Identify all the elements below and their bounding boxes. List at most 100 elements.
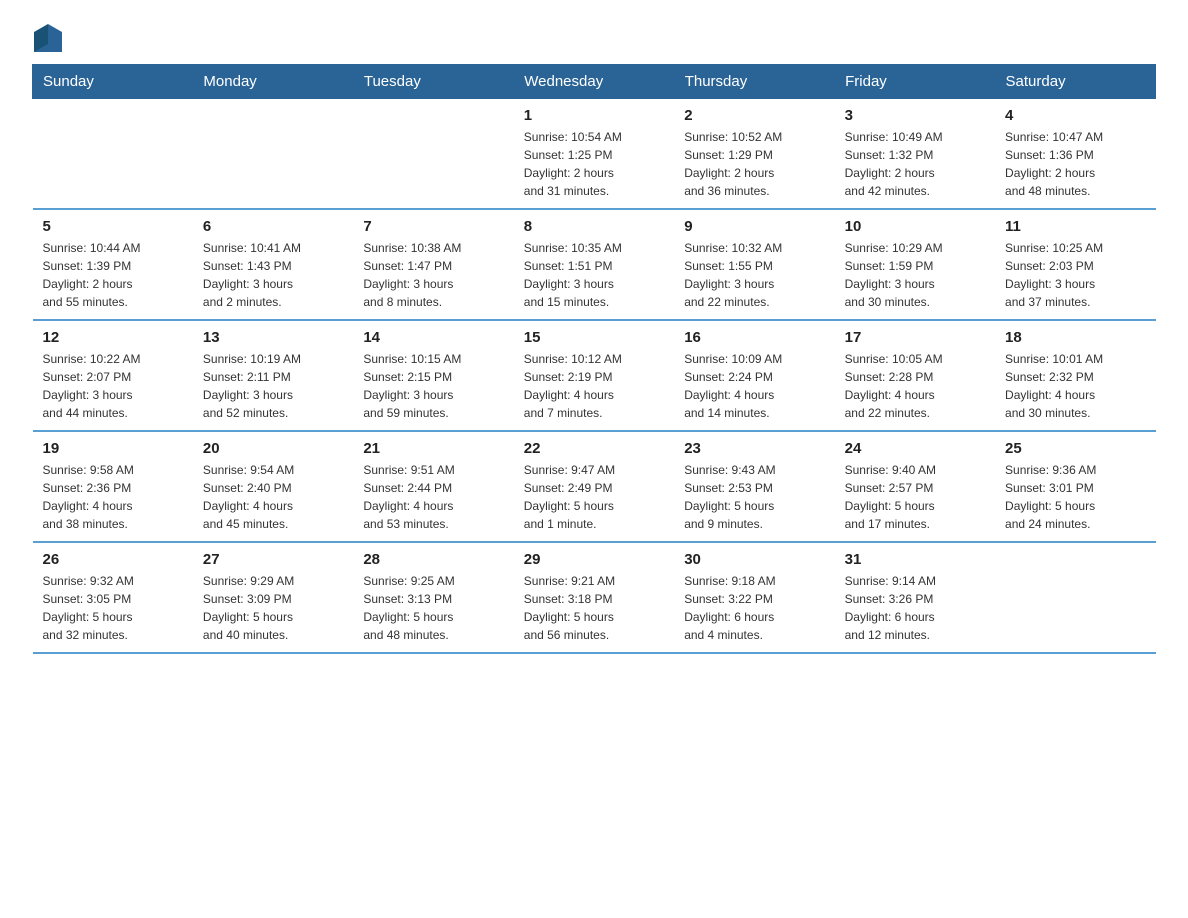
calendar-cell: 18Sunrise: 10:01 AM Sunset: 2:32 PM Dayl… — [995, 320, 1155, 431]
day-of-week-header: Tuesday — [353, 65, 513, 99]
calendar-week-row: 1Sunrise: 10:54 AM Sunset: 1:25 PM Dayli… — [33, 99, 1156, 210]
day-info: Sunrise: 10:25 AM Sunset: 2:03 PM Daylig… — [1005, 239, 1145, 311]
day-of-week-header: Wednesday — [514, 65, 674, 99]
day-info: Sunrise: 9:14 AM Sunset: 3:26 PM Dayligh… — [845, 572, 985, 644]
day-number: 3 — [845, 107, 985, 124]
calendar-cell: 16 Sunrise: 10:09 AM Sunset: 2:24 PM Dayl… — [674, 320, 834, 431]
day-number: 2 — [684, 107, 824, 124]
day-number: 11 — [1005, 218, 1145, 235]
day-number: 28 — [363, 551, 503, 568]
day-info: Sunrise: 10:52 AM Sunset: 1:29 PM Daylig… — [684, 128, 824, 200]
day-number: 30 — [684, 551, 824, 568]
day-info: Sunrise: 10:12 AM Sunset: 2:19 PM Daylig… — [524, 350, 664, 422]
calendar-cell: 22Sunrise: 9:47 AM Sunset: 2:49 PM Dayli… — [514, 431, 674, 542]
day-info: Sunrise: 9:21 AM Sunset: 3:18 PM Dayligh… — [524, 572, 664, 644]
calendar-cell: 25 Sunrise: 9:36 AM Sunset: 3:01 PM Dayli… — [995, 431, 1155, 542]
day-info: Sunrise: 9:18 AM Sunset: 3:22 PM Dayligh… — [684, 572, 824, 644]
day-info: Sunrise: 10:38 AM Sunset: 1:47 PM Daylig… — [363, 239, 503, 311]
day-number: 25 — [1005, 440, 1145, 457]
day-info: Sunrise: 10:44 AM Sunset: 1:39 PM Daylig… — [43, 239, 183, 311]
calendar-cell: 26 Sunrise: 9:32 AM Sunset: 3:05 PM Dayli… — [33, 542, 193, 653]
day-number: 13 — [203, 329, 343, 346]
day-number: 23 — [684, 440, 824, 457]
day-number: 6 — [203, 218, 343, 235]
calendar-cell: 4 Sunrise: 10:47 AM Sunset: 1:36 PM Dayli… — [995, 99, 1155, 210]
day-number: 5 — [43, 218, 183, 235]
calendar-cell — [995, 542, 1155, 653]
calendar-cell: 2 Sunrise: 10:52 AM Sunset: 1:29 PM Dayli… — [674, 99, 834, 210]
calendar-cell: 21 Sunrise: 9:51 AM Sunset: 2:44 PM Dayli… — [353, 431, 513, 542]
day-of-week-header: Monday — [193, 65, 353, 99]
calendar-week-row: 26 Sunrise: 9:32 AM Sunset: 3:05 PM Dayli… — [33, 542, 1156, 653]
calendar-cell: 24Sunrise: 9:40 AM Sunset: 2:57 PM Dayli… — [835, 431, 995, 542]
day-of-week-header: Thursday — [674, 65, 834, 99]
day-number: 9 — [684, 218, 824, 235]
day-info: Sunrise: 10:09 AM Sunset: 2:24 PM Daylig… — [684, 350, 824, 422]
day-info: Sunrise: 9:36 AM Sunset: 3:01 PM Dayligh… — [1005, 461, 1145, 533]
day-info: Sunrise: 10:19 AM Sunset: 2:11 PM Daylig… — [203, 350, 343, 422]
day-number: 17 — [845, 329, 985, 346]
calendar-cell: 15Sunrise: 10:12 AM Sunset: 2:19 PM Dayl… — [514, 320, 674, 431]
day-number: 14 — [363, 329, 503, 346]
day-info: Sunrise: 10:41 AM Sunset: 1:43 PM Daylig… — [203, 239, 343, 311]
day-number: 27 — [203, 551, 343, 568]
calendar-cell: 19 Sunrise: 9:58 AM Sunset: 2:36 PM Dayli… — [33, 431, 193, 542]
calendar-cell: 13 Sunrise: 10:19 AM Sunset: 2:11 PM Dayl… — [193, 320, 353, 431]
day-of-week-header: Friday — [835, 65, 995, 99]
day-info: Sunrise: 9:47 AM Sunset: 2:49 PM Dayligh… — [524, 461, 664, 533]
day-info: Sunrise: 10:32 AM Sunset: 1:55 PM Daylig… — [684, 239, 824, 311]
day-number: 7 — [363, 218, 503, 235]
day-number: 24 — [845, 440, 985, 457]
calendar-cell: 7 Sunrise: 10:38 AM Sunset: 1:47 PM Dayli… — [353, 209, 513, 320]
calendar-week-row: 5 Sunrise: 10:44 AM Sunset: 1:39 PM Dayli… — [33, 209, 1156, 320]
day-number: 26 — [43, 551, 183, 568]
calendar-week-row: 19 Sunrise: 9:58 AM Sunset: 2:36 PM Dayli… — [33, 431, 1156, 542]
day-number: 18 — [1005, 329, 1145, 346]
day-info: Sunrise: 10:47 AM Sunset: 1:36 PM Daylig… — [1005, 128, 1145, 200]
day-number: 8 — [524, 218, 664, 235]
calendar-cell — [353, 99, 513, 210]
day-info: Sunrise: 9:29 AM Sunset: 3:09 PM Dayligh… — [203, 572, 343, 644]
calendar-cell: 17 Sunrise: 10:05 AM Sunset: 2:28 PM Dayl… — [835, 320, 995, 431]
day-info: Sunrise: 10:29 AM Sunset: 1:59 PM Daylig… — [845, 239, 985, 311]
page-header — [32, 24, 1156, 52]
calendar-cell: 30 Sunrise: 9:18 AM Sunset: 3:22 PM Dayli… — [674, 542, 834, 653]
calendar-cell — [193, 99, 353, 210]
day-info: Sunrise: 9:58 AM Sunset: 2:36 PM Dayligh… — [43, 461, 183, 533]
calendar-cell: 14 Sunrise: 10:15 AM Sunset: 2:15 PM Dayl… — [353, 320, 513, 431]
day-info: Sunrise: 10:35 AM Sunset: 1:51 PM Daylig… — [524, 239, 664, 311]
day-number: 31 — [845, 551, 985, 568]
day-number: 19 — [43, 440, 183, 457]
day-number: 29 — [524, 551, 664, 568]
day-info: Sunrise: 10:15 AM Sunset: 2:15 PM Daylig… — [363, 350, 503, 422]
day-info: Sunrise: 10:54 AM Sunset: 1:25 PM Daylig… — [524, 128, 664, 200]
day-of-week-header: Sunday — [33, 65, 193, 99]
calendar-cell: 3 Sunrise: 10:49 AM Sunset: 1:32 PM Dayli… — [835, 99, 995, 210]
calendar-cell: 20 Sunrise: 9:54 AM Sunset: 2:40 PM Dayli… — [193, 431, 353, 542]
calendar-cell: 11 Sunrise: 10:25 AM Sunset: 2:03 PM Dayl… — [995, 209, 1155, 320]
calendar-cell: 28 Sunrise: 9:25 AM Sunset: 3:13 PM Dayli… — [353, 542, 513, 653]
calendar-cell: 6 Sunrise: 10:41 AM Sunset: 1:43 PM Dayli… — [193, 209, 353, 320]
day-info: Sunrise: 9:32 AM Sunset: 3:05 PM Dayligh… — [43, 572, 183, 644]
day-info: Sunrise: 10:05 AM Sunset: 2:28 PM Daylig… — [845, 350, 985, 422]
day-of-week-header: Saturday — [995, 65, 1155, 99]
calendar-header-row: SundayMondayTuesdayWednesdayThursdayFrid… — [33, 65, 1156, 99]
calendar-cell: 9 Sunrise: 10:32 AM Sunset: 1:55 PM Dayli… — [674, 209, 834, 320]
day-info: Sunrise: 9:51 AM Sunset: 2:44 PM Dayligh… — [363, 461, 503, 533]
day-info: Sunrise: 9:43 AM Sunset: 2:53 PM Dayligh… — [684, 461, 824, 533]
day-number: 16 — [684, 329, 824, 346]
calendar-week-row: 12Sunrise: 10:22 AM Sunset: 2:07 PM Dayl… — [33, 320, 1156, 431]
calendar-cell: 5 Sunrise: 10:44 AM Sunset: 1:39 PM Dayli… — [33, 209, 193, 320]
day-info: Sunrise: 9:54 AM Sunset: 2:40 PM Dayligh… — [203, 461, 343, 533]
day-info: Sunrise: 9:25 AM Sunset: 3:13 PM Dayligh… — [363, 572, 503, 644]
calendar-cell: 29 Sunrise: 9:21 AM Sunset: 3:18 PM Dayli… — [514, 542, 674, 653]
logo-icon — [34, 24, 62, 52]
day-number: 4 — [1005, 107, 1145, 124]
day-number: 20 — [203, 440, 343, 457]
calendar-cell: 31 Sunrise: 9:14 AM Sunset: 3:26 PM Dayli… — [835, 542, 995, 653]
day-info: Sunrise: 10:22 AM Sunset: 2:07 PM Daylig… — [43, 350, 183, 422]
day-info: Sunrise: 10:49 AM Sunset: 1:32 PM Daylig… — [845, 128, 985, 200]
calendar-cell: 8 Sunrise: 10:35 AM Sunset: 1:51 PM Dayli… — [514, 209, 674, 320]
calendar-cell: 1Sunrise: 10:54 AM Sunset: 1:25 PM Dayli… — [514, 99, 674, 210]
day-number: 21 — [363, 440, 503, 457]
